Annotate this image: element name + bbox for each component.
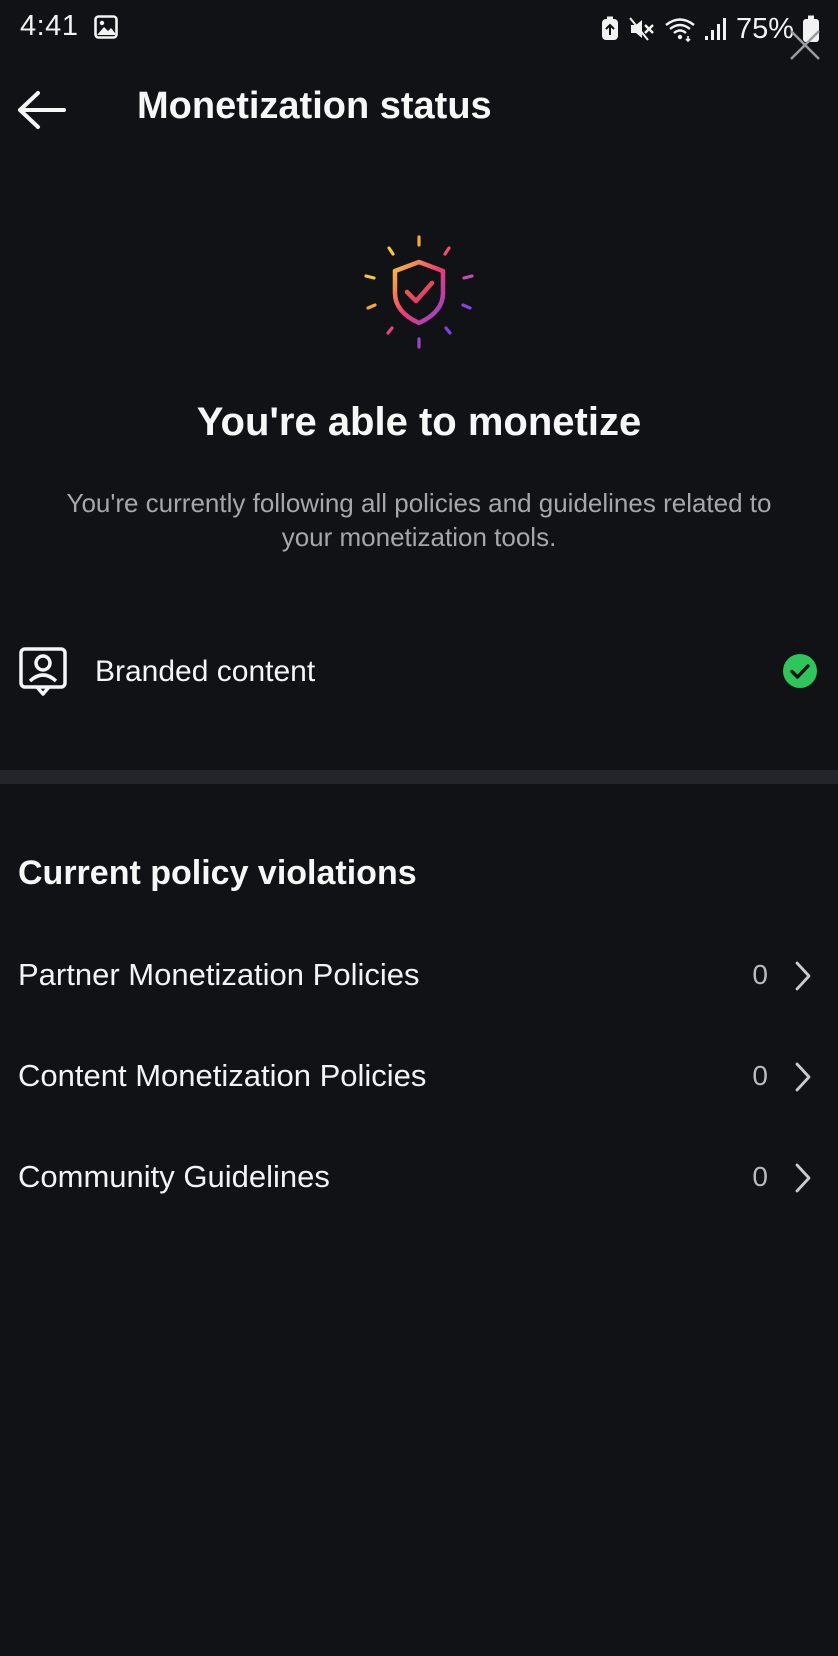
policy-label: Community Guidelines [18, 1159, 330, 1194]
policy-row-community-guidelines[interactable]: Community Guidelines 0 [0, 1137, 838, 1217]
battery-percentage: 75% [735, 12, 794, 45]
page-title: Monetization status [137, 85, 492, 127]
back-arrow-icon[interactable] [16, 88, 68, 132]
section-title-violations: Current policy violations [18, 854, 417, 892]
gallery-icon [94, 15, 118, 39]
branded-content-icon [19, 647, 67, 696]
hero-description: You're currently following all policies … [66, 488, 772, 552]
violation-count: 0 [752, 959, 768, 990]
chevron-right-icon [795, 961, 811, 991]
violation-count: 0 [752, 1060, 768, 1091]
hero-title: You're able to monetize [196, 400, 642, 444]
policy-row-partner-monetization[interactable]: Partner Monetization Policies 0 [0, 935, 838, 1015]
policy-row-content-monetization[interactable]: Content Monetization Policies 0 [0, 1036, 838, 1116]
section-divider [0, 770, 838, 784]
battery-saver-icon [601, 16, 618, 40]
policy-label: Partner Monetization Policies [18, 957, 420, 992]
status-icons: 75% [600, 12, 820, 46]
signal-icon [704, 18, 726, 40]
branded-content-label: Branded content [95, 655, 316, 688]
chevron-right-icon [795, 1163, 811, 1193]
shield-check-icon [364, 235, 474, 349]
branded-content-row[interactable]: Branded content [0, 628, 838, 716]
violation-count: 0 [752, 1161, 768, 1192]
close-icon[interactable] [788, 28, 822, 62]
policy-label: Content Monetization Policies [18, 1058, 427, 1093]
status-bar: 4:41 75% [0, 0, 838, 60]
check-circle-icon [783, 654, 817, 688]
status-time: 4:41 [20, 10, 79, 42]
app-header: Monetization status [0, 66, 838, 152]
chevron-right-icon [795, 1062, 811, 1092]
mute-icon [629, 17, 654, 41]
wifi-icon [665, 18, 695, 42]
